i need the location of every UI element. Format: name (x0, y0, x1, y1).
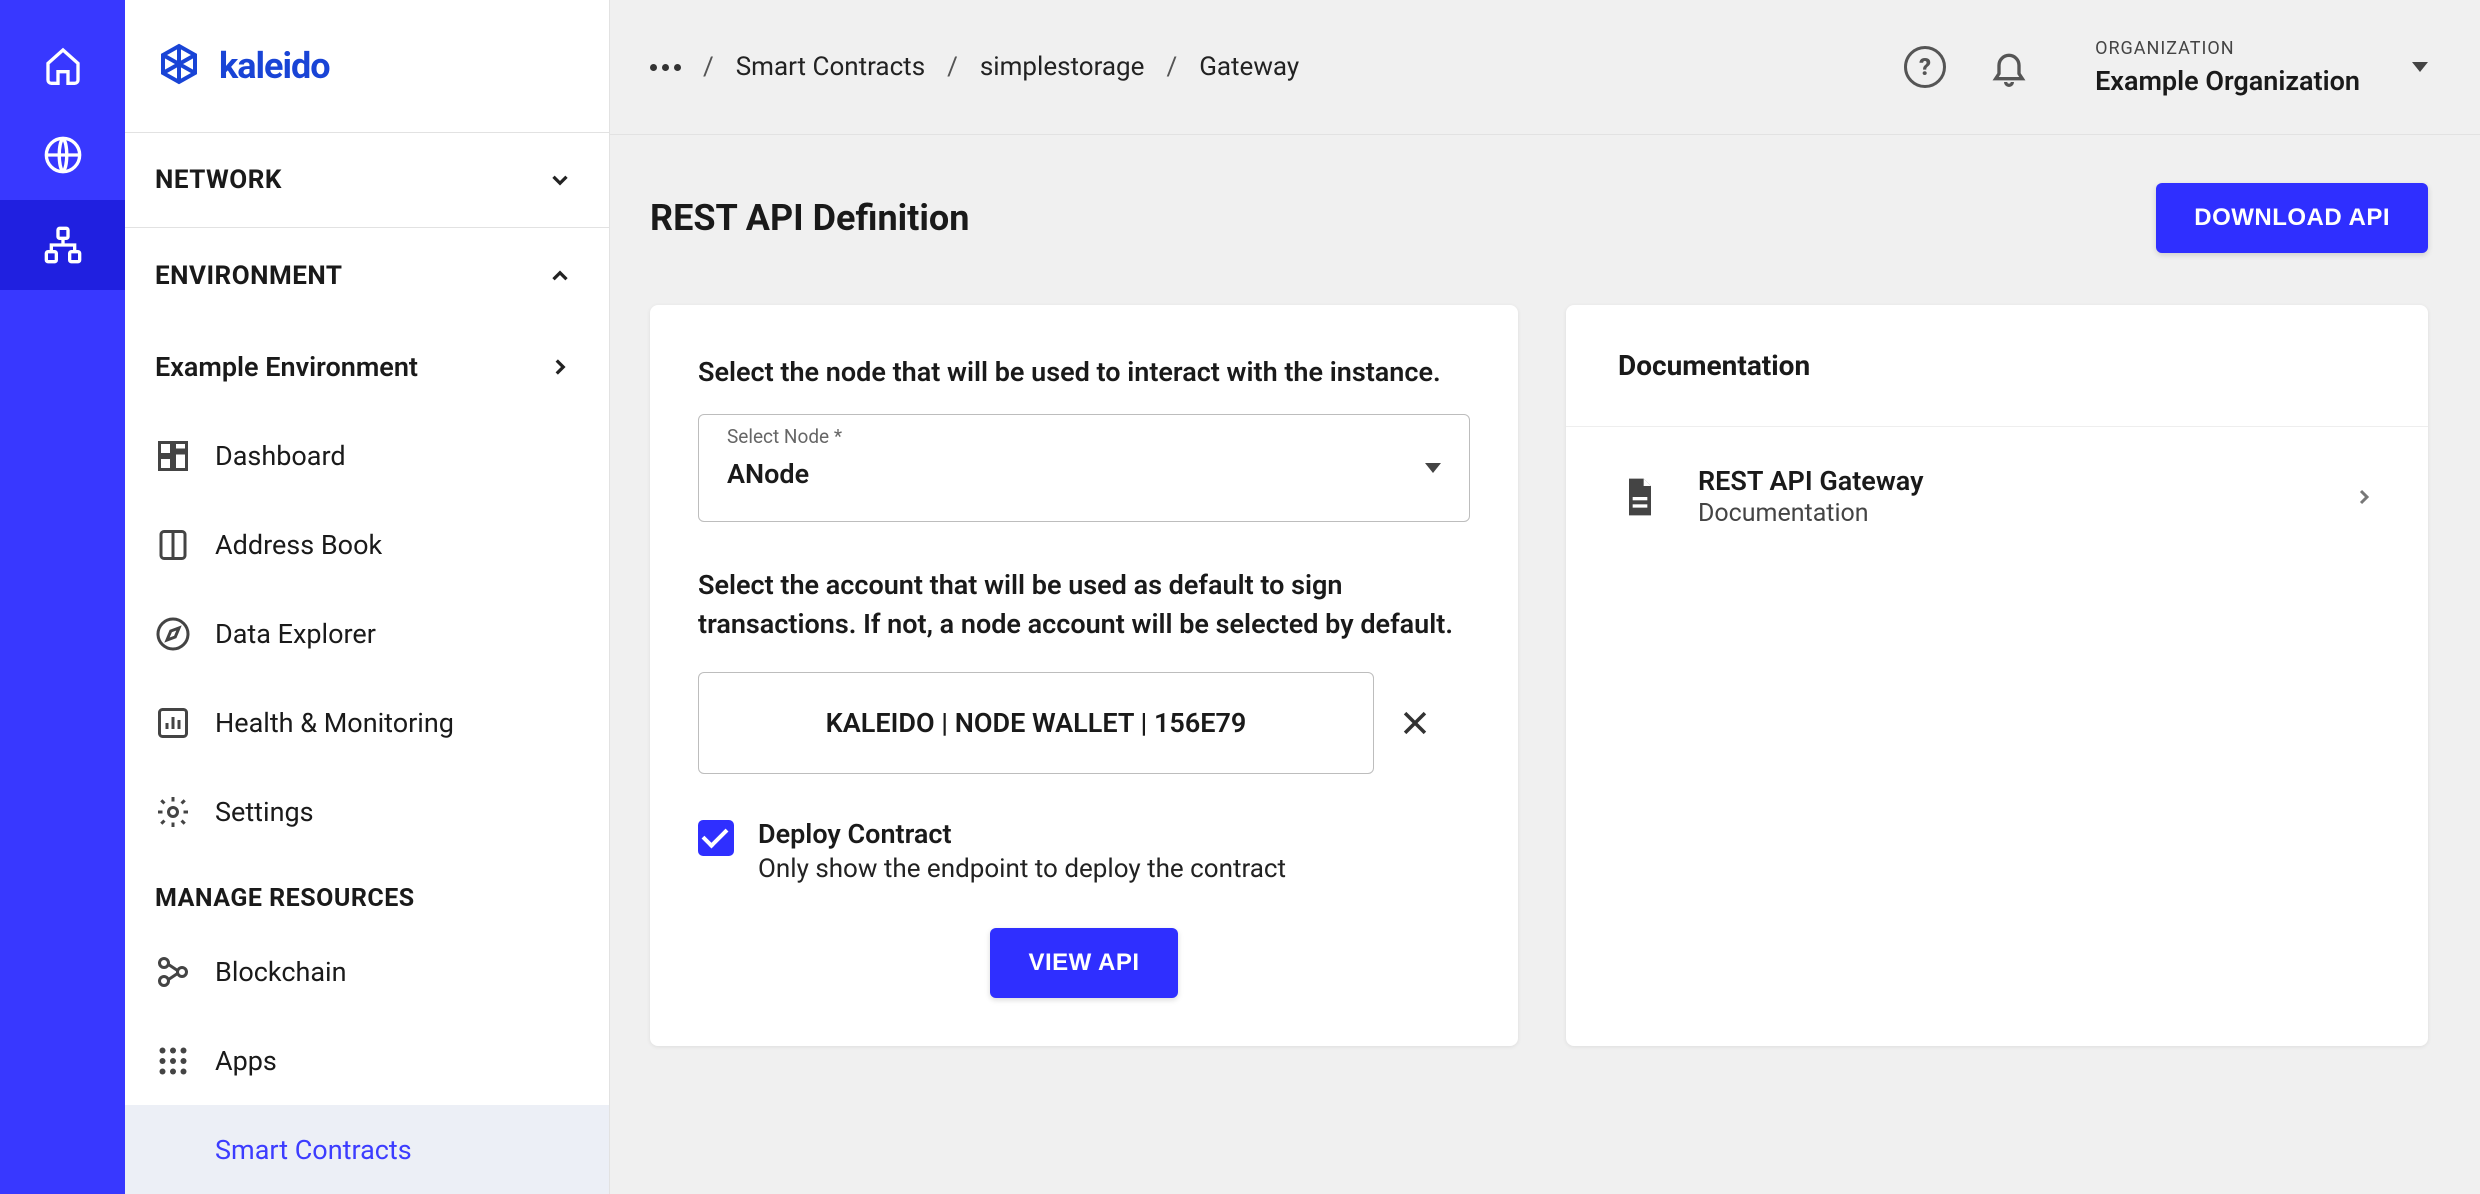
breadcrumb-sep: / (703, 52, 714, 82)
documentation-title: Documentation (1618, 349, 2376, 382)
select-node-value: ANode (727, 458, 809, 490)
page-header: REST API Definition DOWNLOAD API (650, 183, 2428, 253)
document-icon (1618, 475, 1662, 519)
account-instruction: Select the account that will be used as … (698, 566, 1470, 644)
bell-icon (1989, 47, 2029, 87)
select-node-dropdown[interactable]: Select Node * ANode (698, 414, 1470, 522)
breadcrumb-item[interactable]: simplestorage (980, 52, 1145, 82)
network-section-header[interactable]: NETWORK (125, 133, 609, 228)
select-node-label: Select Node * (727, 425, 842, 448)
logo-text: kaleido (219, 45, 330, 87)
nav-item-label: Blockchain (215, 956, 347, 988)
nav-item-label: Smart Contracts (215, 1134, 412, 1166)
sidebar: kaleido NETWORK ENVIRONMENT Example Envi… (125, 0, 610, 1194)
main: / Smart Contracts / simplestorage / Gate… (610, 0, 2480, 1194)
rail-home[interactable] (0, 20, 125, 110)
chevron-up-icon (547, 263, 573, 289)
doc-item-sub: Documentation (1698, 499, 1923, 528)
home-icon (43, 45, 83, 85)
caret-down-icon (2412, 62, 2428, 72)
help-button[interactable]: ? (1895, 37, 1955, 97)
org-value: Example Organization (2095, 65, 2360, 97)
breadcrumb-sep: / (947, 52, 958, 82)
chart-icon (155, 705, 191, 741)
nav-rail (0, 0, 125, 1194)
deploy-contract-checkbox[interactable] (698, 820, 734, 856)
chevron-right-icon (2352, 485, 2376, 509)
breadcrumb-item[interactable]: Smart Contracts (736, 52, 925, 82)
nav-item-label: Health & Monitoring (215, 707, 454, 739)
nodes-icon (155, 954, 191, 990)
node-instruction: Select the node that will be used to int… (698, 353, 1470, 392)
environment-section-header[interactable]: ENVIRONMENT (125, 228, 609, 323)
nav-apps[interactable]: Apps (125, 1016, 609, 1105)
network-label: NETWORK (155, 165, 282, 195)
logo[interactable]: kaleido (125, 0, 609, 133)
dashboard-icon (155, 438, 191, 474)
apps-icon (155, 1043, 191, 1079)
breadcrumb-overflow[interactable] (650, 64, 681, 71)
gear-icon (155, 794, 191, 830)
addressbook-icon (155, 527, 191, 563)
breadcrumb: / Smart Contracts / simplestorage / Gate… (650, 52, 1299, 82)
download-api-button[interactable]: DOWNLOAD API (2156, 183, 2428, 253)
clear-account-button[interactable] (1398, 706, 1432, 740)
documentation-card: Documentation REST API Gateway Documenta… (1566, 305, 2428, 1046)
nav-blockchain[interactable]: Blockchain (125, 927, 609, 1016)
breadcrumb-item[interactable]: Gateway (1199, 52, 1299, 82)
caret-down-icon (1425, 463, 1441, 473)
rail-network[interactable] (0, 200, 125, 290)
breadcrumb-sep: / (1166, 52, 1177, 82)
deploy-contract-sub: Only show the endpoint to deploy the con… (758, 854, 1286, 884)
org-caption: ORGANIZATION (2095, 38, 2360, 59)
nav-item-label: Address Book (215, 529, 382, 561)
network-icon (43, 225, 83, 265)
logo-icon (155, 42, 203, 90)
chevron-down-icon (547, 167, 573, 193)
nav-address-book[interactable]: Address Book (125, 501, 609, 590)
nav-data-explorer[interactable]: Data Explorer (125, 590, 609, 679)
chevron-right-icon (547, 354, 573, 380)
help-icon: ? (1904, 46, 1946, 88)
nav-smart-contracts[interactable]: Smart Contracts (125, 1105, 609, 1194)
compass-icon (155, 616, 191, 652)
environment-name: Example Environment (155, 351, 418, 383)
view-api-button[interactable]: VIEW API (990, 928, 1177, 998)
topbar: / Smart Contracts / simplestorage / Gate… (610, 0, 2480, 135)
doc-item-rest-api-gateway[interactable]: REST API Gateway Documentation (1566, 427, 2428, 566)
nav-item-label: Apps (215, 1045, 277, 1077)
page-title: REST API Definition (650, 197, 969, 239)
deploy-contract-title: Deploy Contract (758, 818, 1286, 850)
nav-health[interactable]: Health & Monitoring (125, 679, 609, 768)
rail-globe[interactable] (0, 110, 125, 200)
nav-dashboard[interactable]: Dashboard (125, 412, 609, 501)
selected-account[interactable]: KALEIDO | NODE WALLET | 156E79 (698, 672, 1374, 774)
nav-item-label: Data Explorer (215, 618, 376, 650)
nav-settings[interactable]: Settings (125, 767, 609, 856)
globe-icon (43, 135, 83, 175)
manage-resources-label: MANAGE RESOURCES (125, 856, 609, 927)
notifications-button[interactable] (1979, 37, 2039, 97)
environment-link[interactable]: Example Environment (125, 323, 609, 412)
nav-item-label: Dashboard (215, 440, 346, 472)
api-form-card: Select the node that will be used to int… (650, 305, 1518, 1046)
doc-item-title: REST API Gateway (1698, 465, 1923, 497)
environment-label: ENVIRONMENT (155, 261, 342, 291)
content: REST API Definition DOWNLOAD API Select … (610, 135, 2480, 1194)
nav-item-label: Settings (215, 796, 314, 828)
org-switcher[interactable]: ORGANIZATION Example Organization (2095, 38, 2428, 97)
